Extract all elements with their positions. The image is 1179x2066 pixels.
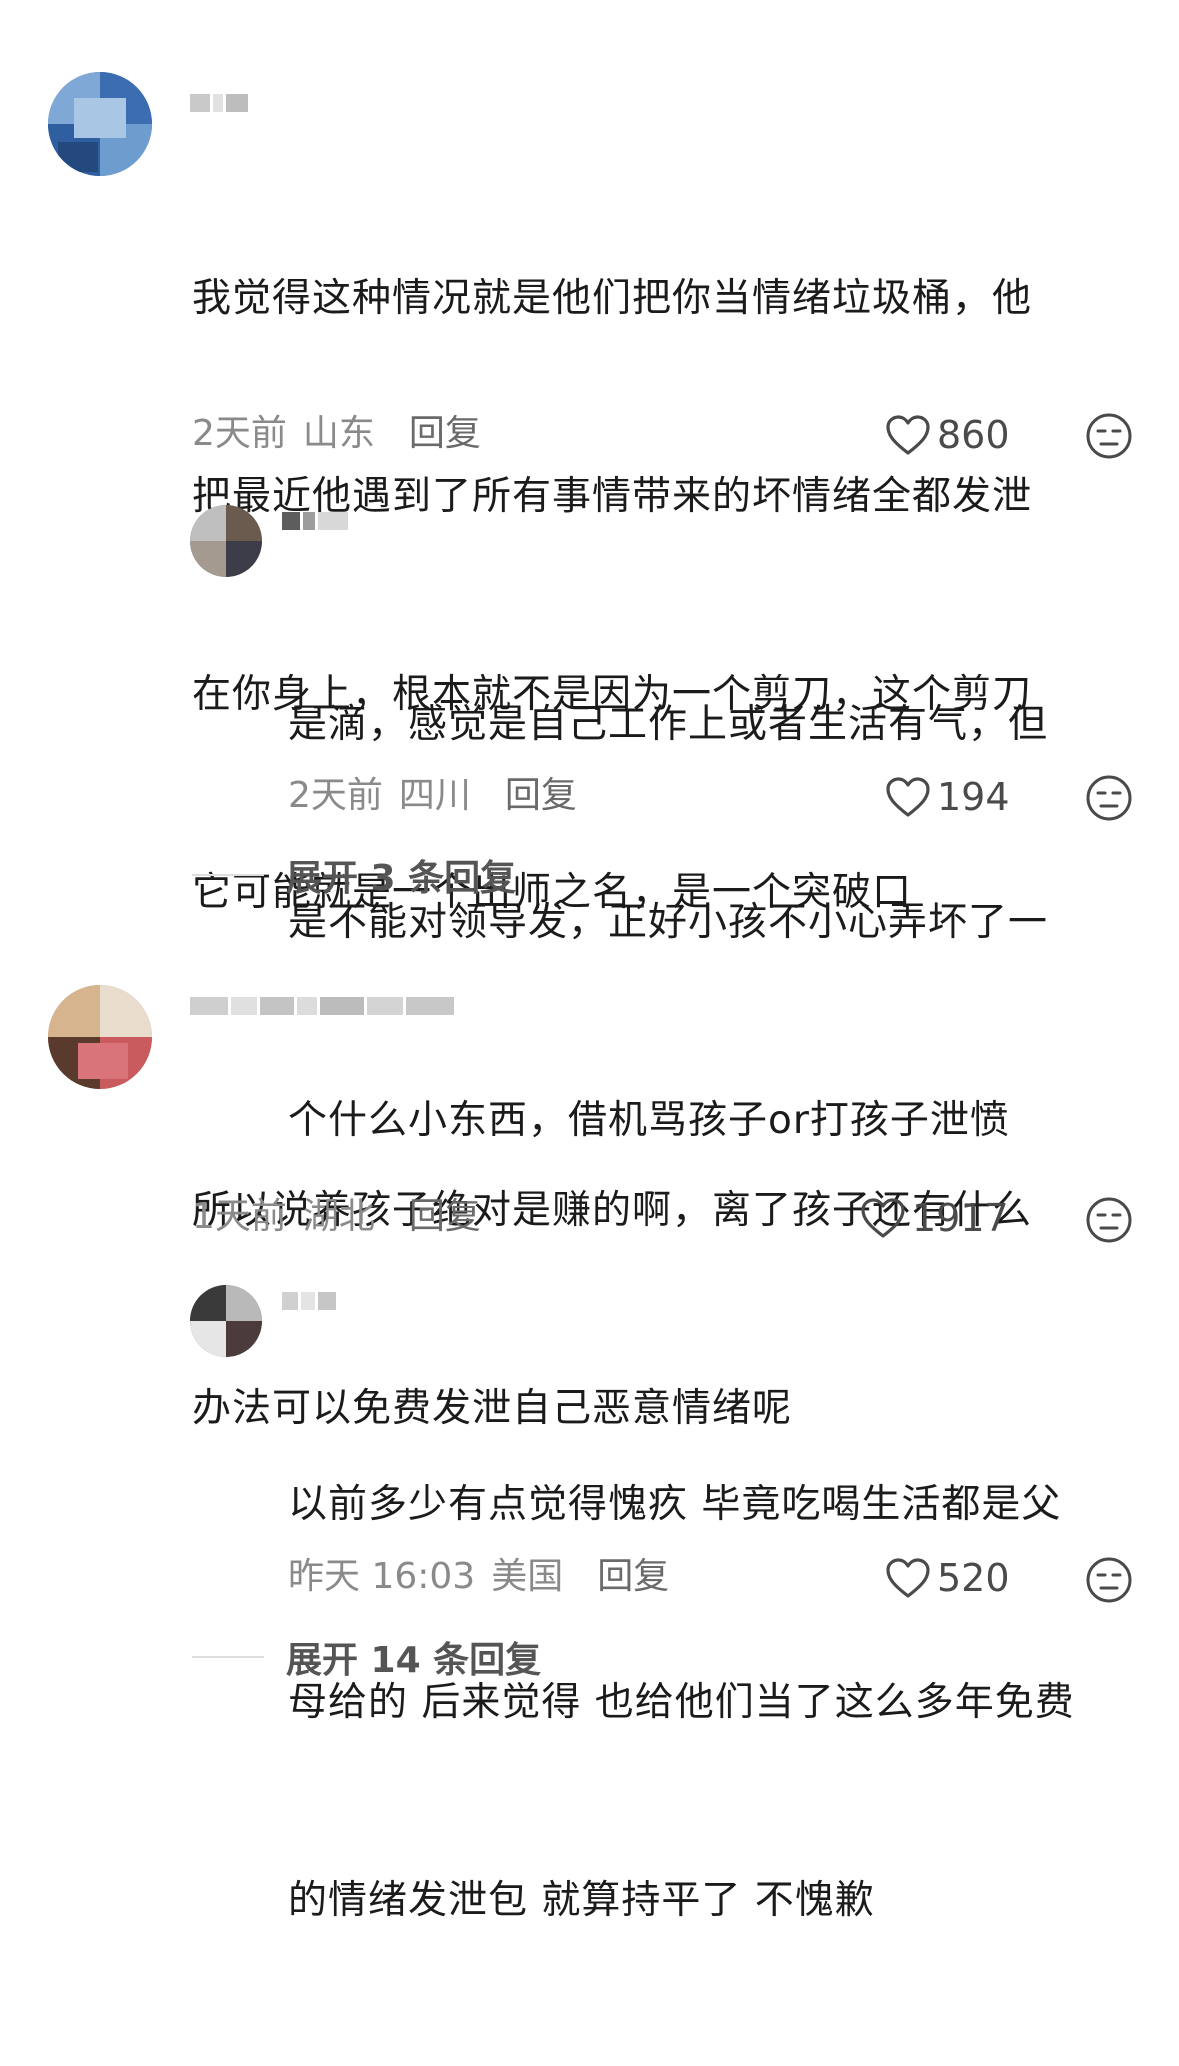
reply-region: 四川 [398, 775, 471, 816]
comment-line: 我觉得这种情况就是他们把你当情绪垃圾桶，他 [192, 276, 1033, 321]
comment-meta: 2天前 山东 回复 [192, 405, 481, 455]
reply-button[interactable]: 回复 [409, 1187, 481, 1239]
like-count: 1917 [912, 1196, 1009, 1240]
expand-replies-button[interactable]: 展开 3 条回复 [192, 850, 516, 900]
reply-meta: 2天前 四川 回复 [288, 767, 577, 817]
like-button[interactable]: 860 [885, 410, 1010, 460]
like-count: 860 [937, 413, 1010, 457]
comment-region: 湖北 [302, 1196, 375, 1237]
avatar[interactable] [190, 505, 262, 577]
reply-button[interactable]: 回复 [597, 1547, 669, 1599]
divider-line [192, 1656, 264, 1658]
like-button[interactable]: 194 [885, 772, 1010, 822]
reply-button[interactable]: 回复 [409, 404, 481, 456]
sad-face-icon[interactable] [1085, 412, 1133, 460]
reply-meta: 昨天 16:03 美国 回复 [288, 1548, 669, 1598]
sad-face-icon[interactable] [1085, 1196, 1133, 1244]
comment-time: 2天前 [192, 413, 287, 454]
reply-line: 是滴，感觉是自己工作上或者生活有气，但 [288, 702, 1049, 747]
expand-replies-label: 展开 3 条回复 [286, 858, 517, 899]
reply-time: 昨天 16:03 [288, 1556, 476, 1597]
username-blurred[interactable] [190, 92, 248, 114]
avatar[interactable] [48, 985, 152, 1089]
username-blurred[interactable] [282, 1290, 336, 1312]
heart-outline-icon [861, 1198, 905, 1238]
comment-meta: 1天前 湖北 回复 [192, 1188, 481, 1238]
like-button[interactable]: 1917 [860, 1193, 1009, 1243]
reply-text: 以前多少有点觉得愧疚 毕竟吃喝生活都是父 母给的 后来觉得 也给他们当了这么多年… [288, 1340, 1075, 2066]
sad-face-icon[interactable] [1085, 774, 1133, 822]
username-blurred[interactable] [282, 510, 348, 532]
reply-button[interactable]: 回复 [505, 766, 577, 818]
heart-outline-icon [886, 777, 930, 817]
expand-replies-button[interactable]: 展开 14 条回复 [192, 1632, 541, 1682]
reply-region: 美国 [491, 1556, 564, 1597]
username-blurred[interactable] [190, 995, 454, 1017]
divider-line [192, 874, 264, 876]
heart-outline-icon [886, 415, 930, 455]
reply-line: 的情绪发泄包 就算持平了 不愧歉 [288, 1878, 875, 1923]
reply-line: 以前多少有点觉得愧疚 毕竟吃喝生活都是父 [288, 1482, 1062, 1527]
sad-face-icon[interactable] [1085, 1556, 1133, 1604]
heart-outline-icon [886, 1558, 930, 1598]
comment-time: 1天前 [192, 1196, 287, 1237]
like-count: 194 [937, 775, 1010, 819]
avatar[interactable] [48, 72, 152, 176]
comment-region: 山东 [302, 413, 375, 454]
like-count: 520 [937, 1556, 1010, 1600]
like-button[interactable]: 520 [885, 1553, 1010, 1603]
reply-time: 2天前 [288, 775, 383, 816]
avatar[interactable] [190, 1285, 262, 1357]
expand-replies-label: 展开 14 条回复 [286, 1640, 542, 1681]
